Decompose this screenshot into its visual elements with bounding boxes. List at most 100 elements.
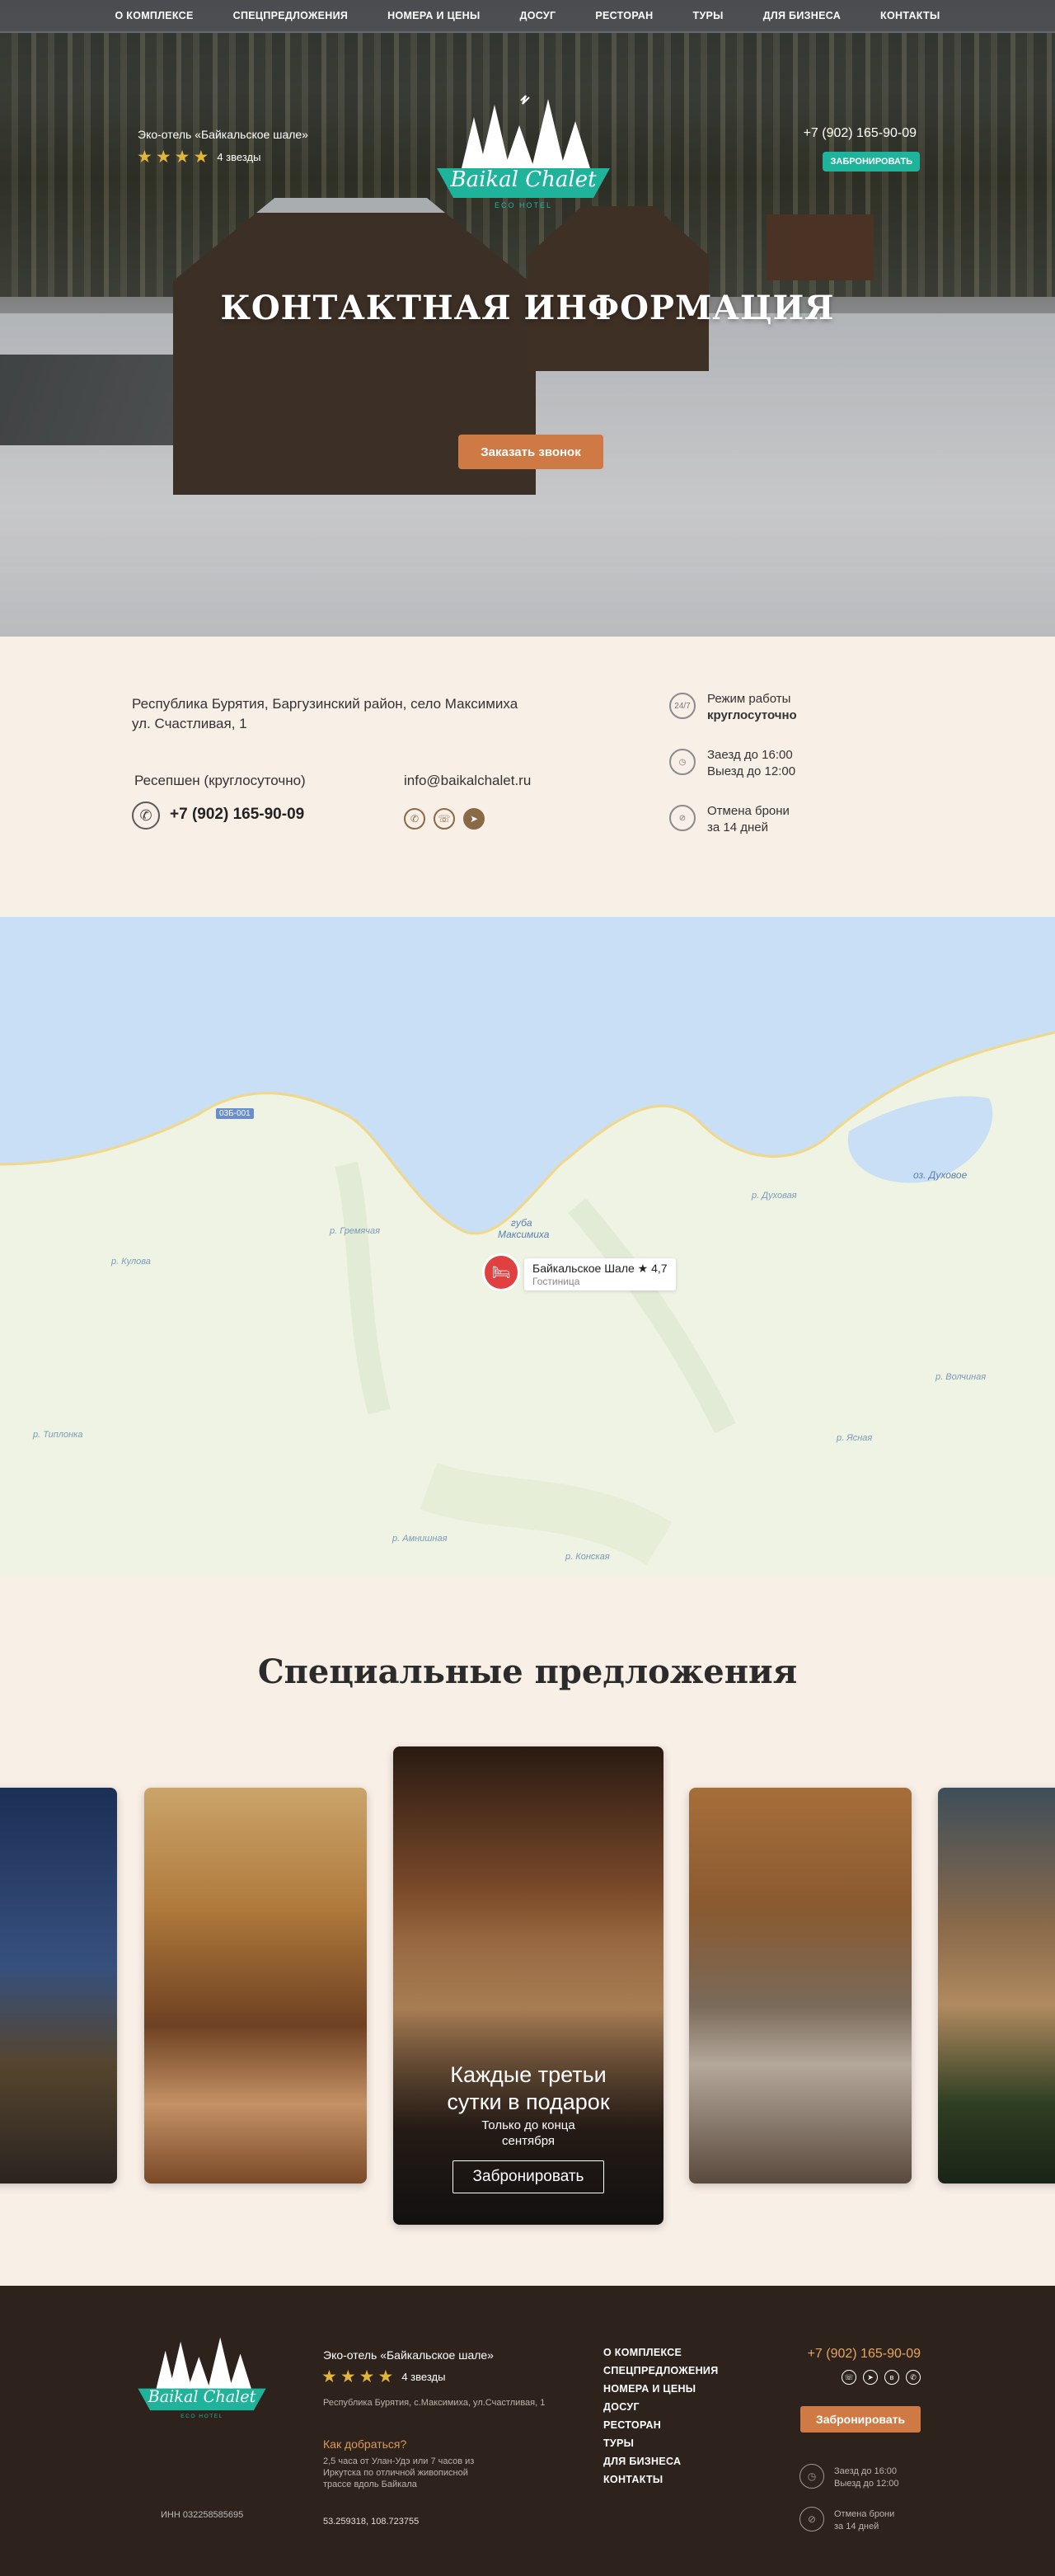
footer-nav-restaurant[interactable]: РЕСТОРАН	[603, 2419, 719, 2431]
offer-card-active[interactable]: Каждые третьи сутки в подарок Только до …	[393, 1746, 663, 2225]
email-link[interactable]: info@baikalchalet.ru	[404, 773, 531, 789]
offer-photo	[938, 1788, 1055, 2183]
footer-checkin-info: ◷ Заезд до 16:00 Выезд до 12:00	[799, 2464, 899, 2490]
clock-24-icon: 24/7	[669, 693, 696, 719]
river-label: р. Типлонка	[33, 1430, 83, 1440]
stars-label: 4 звезды	[401, 2371, 446, 2383]
footer-nav-offers[interactable]: СПЕЦПРЕДЛОЖЕНИЯ	[603, 2365, 719, 2376]
offer-title-line: Каждые третьи	[450, 2062, 607, 2087]
footer-address: Республика Бурятия, с.Максимиха, ул.Счас…	[323, 2398, 546, 2408]
nav-item-business[interactable]: ДЛЯ БИЗНЕСА	[743, 10, 860, 21]
footer-nav-business[interactable]: ДЛЯ БИЗНЕСА	[603, 2456, 719, 2467]
offer-card[interactable]	[0, 1788, 117, 2183]
checkout-time: Выезд до 12:00	[834, 2479, 899, 2489]
cancel-info: ⊘ Отмена брони за 14 дней	[669, 803, 790, 836]
offers-title: Специальные предложения	[257, 1652, 798, 1691]
vk-icon[interactable]: в	[884, 2370, 899, 2385]
clock-icon: ◷	[799, 2464, 824, 2489]
directions-title[interactable]: Как добраться?	[323, 2437, 406, 2451]
footer-cancel-info: ⊘ Отмена брони за 14 дней	[799, 2507, 894, 2533]
nav-item-about[interactable]: О КОМПЛЕКСЕ	[95, 10, 213, 21]
reception-phone[interactable]: +7 (902) 165-90-09	[170, 806, 304, 824]
cancel-label: Отмена брони	[834, 2509, 895, 2519]
whatsapp-icon[interactable]: ✆	[404, 808, 425, 830]
special-offers-section: Специальные предложения Каждые третьи су…	[0, 1577, 1055, 2286]
logo-text: Baikal Chalet	[148, 2387, 256, 2406]
address-line: ул. Счастливая, 1	[132, 716, 247, 731]
river-label: р. Кулова	[111, 1257, 151, 1267]
footer-nav-rooms[interactable]: НОМЕРА И ЦЕНЫ	[603, 2383, 719, 2395]
messenger-links: ✆ ☏ ➤	[404, 808, 485, 830]
page-title: КОНТАКТНАЯ ИНФОРМАЦИЯ	[220, 289, 835, 327]
offer-sub-line: сентября	[501, 2134, 555, 2148]
phone-icon: ✆	[132, 801, 160, 830]
pin-type: Гостиница	[532, 1276, 580, 1287]
offer-card[interactable]	[938, 1788, 1055, 2183]
logo-sub: ECO HOTEL	[495, 201, 552, 209]
map-pin-card[interactable]: Байкальское Шале ★ 4,7 Гостиница	[524, 1258, 676, 1290]
footer-stars: ★ ★ ★ ★ 4 звезды	[321, 2367, 445, 2387]
checkin-time: Заезд до 16:00	[834, 2466, 898, 2476]
footer-nav-leisure[interactable]: ДОСУГ	[603, 2401, 719, 2413]
baikal-chalet-logo[interactable]: Baikal Chalet ECO HOTEL	[429, 92, 618, 216]
footer-nav-tours[interactable]: ТУРЫ	[603, 2437, 719, 2449]
directions-text: 2,5 часа от Улан-Удэ или 7 часов из Ирку…	[323, 2456, 488, 2490]
directions-line: трассе вдоль Байкала	[323, 2480, 417, 2489]
offer-title-line: сутки в подарок	[447, 2089, 610, 2114]
cancel-icon: ⊘	[799, 2507, 824, 2531]
star-icon: ★	[321, 2367, 337, 2386]
offer-title: Каждые третьи сутки в подарок	[393, 2061, 663, 2116]
footer-nav-contacts[interactable]: КОНТАКТЫ	[603, 2474, 719, 2485]
footer-phone[interactable]: +7 (902) 165-90-09	[808, 2347, 921, 2362]
request-call-button[interactable]: Заказать звонок	[458, 435, 603, 469]
offer-book-button[interactable]: Забронировать	[452, 2160, 604, 2193]
logo-text: Baikal Chalet	[449, 167, 597, 192]
nav-item-restaurant[interactable]: РЕСТОРАН	[575, 10, 673, 21]
nav-item-tours[interactable]: ТУРЫ	[673, 10, 743, 21]
offer-photo	[0, 1788, 117, 2183]
viber-icon[interactable]: ☏	[842, 2370, 856, 2385]
star-icon: ★	[193, 148, 209, 167]
book-button[interactable]: ЗАБРОНИРОВАТЬ	[823, 152, 920, 172]
nav-item-leisure[interactable]: ДОСУГ	[500, 10, 576, 21]
clock-icon: ◷	[669, 749, 696, 775]
offer-card[interactable]	[144, 1788, 367, 2183]
nav-item-rooms[interactable]: НОМЕРА И ЦЕНЫ	[368, 10, 499, 21]
star-icon: ★	[359, 2367, 375, 2386]
contacts-section: Республика Бурятия, Баргузинский район, …	[0, 637, 1055, 917]
lake-label: оз. Духовое	[913, 1169, 968, 1181]
footer-messengers: ☏ ➤ в ✆	[842, 2370, 921, 2385]
header-phone[interactable]: +7 (902) 165-90-09	[804, 126, 917, 141]
offer-sub-line: Только до конца	[481, 2118, 575, 2132]
location-map[interactable]: 03Б-001 губа Максимиха оз. Духовое р. Гр…	[0, 917, 1055, 1577]
footer-nav-about[interactable]: О КОМПЛЕКСЕ	[603, 2347, 719, 2358]
address-line: Республика Бурятия, Баргузинский район, …	[132, 696, 518, 712]
pin-name: Байкальское Шале ★ 4,7	[532, 1262, 668, 1275]
cancel-icon: ⊘	[669, 805, 696, 831]
star-icon: ★	[155, 148, 171, 167]
footer-book-button[interactable]: Забронировать	[800, 2406, 921, 2433]
whatsapp-icon[interactable]: ✆	[906, 2370, 921, 2385]
road-sign: 03Б-001	[216, 1108, 254, 1119]
hotel-stars: ★ ★ ★ ★ 4 звезды	[137, 147, 260, 167]
telegram-icon[interactable]: ➤	[863, 2370, 878, 2385]
river-label: р. Ясная	[837, 1433, 873, 1443]
checkin-info: ◷ Заезд до 16:00 Выезд до 12:00	[669, 747, 795, 780]
viber-icon[interactable]: ☏	[434, 808, 455, 830]
schedule-info: 24/7 Режим работы круглосуточно	[669, 691, 797, 724]
offer-photo	[689, 1788, 912, 2183]
footer-inn: ИНН 032258585695	[161, 2510, 244, 2520]
nav-item-offers[interactable]: СПЕЦПРЕДЛОЖЕНИЯ	[213, 10, 368, 21]
schedule-value: круглосуточно	[707, 708, 797, 722]
checkout-time: Выезд до 12:00	[707, 764, 796, 778]
cancel-period: за 14 дней	[834, 2522, 879, 2531]
logo-sub: ECO HOTEL	[181, 2414, 223, 2419]
footer-logo[interactable]: Baikal Chalet ECO HOTEL	[132, 2329, 272, 2428]
offer-card[interactable]	[689, 1788, 912, 2183]
hotel-pin-icon[interactable]: 🛏	[482, 1253, 520, 1291]
footer-hotel-name: Эко-отель «Байкальское шале»	[323, 2348, 494, 2362]
hero-section: О КОМПЛЕКСЕ СПЕЦПРЕДЛОЖЕНИЯ НОМЕРА И ЦЕН…	[0, 0, 1055, 637]
telegram-icon[interactable]: ➤	[463, 808, 485, 830]
directions-line: Иркутска по отличной живописной	[323, 2468, 468, 2478]
nav-item-contacts[interactable]: КОНТАКТЫ	[860, 10, 959, 21]
